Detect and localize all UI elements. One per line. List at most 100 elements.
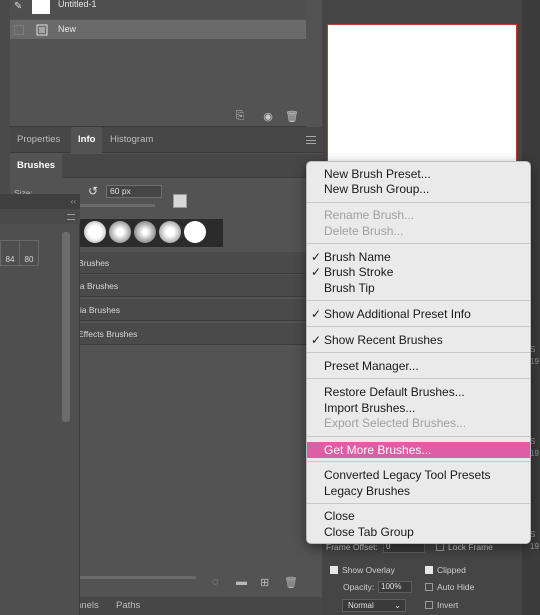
clipped-label: Clipped <box>437 565 466 575</box>
edge-text: 19 <box>530 542 539 551</box>
tab-properties[interactable]: Properties <box>10 127 67 153</box>
menu-item-show-recent-brushes[interactable]: ✓ Show Recent Brushes <box>307 332 530 348</box>
preset-cell[interactable]: 84 <box>0 240 20 266</box>
blend-mode-value: Normal <box>348 601 374 610</box>
brush-group-row[interactable]: lia Brushes <box>76 299 306 321</box>
new-document-from-state-icon[interactable]: ⎘ <box>233 110 247 122</box>
menu-item-label: Brush Tip <box>324 281 375 295</box>
menu-item-get-more-brushes[interactable]: Get More Brushes... <box>307 442 530 458</box>
menu-item-new-brush-preset[interactable]: New Brush Preset... <box>307 166 530 182</box>
menu-item-label: Export Selected Brushes... <box>324 416 467 430</box>
menu-item-label: Show Additional Preset Info <box>324 307 471 321</box>
tab-brushes[interactable]: Brushes <box>10 154 63 178</box>
brush-group-label: Brushes <box>78 258 110 268</box>
menu-separator <box>307 243 530 244</box>
collapse-icon[interactable]: ‹‹ <box>0 194 80 209</box>
brush-tip-1[interactable] <box>84 221 106 243</box>
edit-brush-icon[interactable] <box>173 194 187 208</box>
menu-item-new-brush-group[interactable]: New Brush Group... <box>307 181 530 197</box>
brushes-tab-bar: Brushes <box>10 154 322 178</box>
camera-icon[interactable]: ◉ <box>261 110 275 123</box>
invert-label: Invert <box>437 600 459 610</box>
brush-tip-4[interactable] <box>159 221 181 243</box>
menu-separator <box>307 300 530 301</box>
menu-separator <box>307 352 530 353</box>
menu-item-label: Brush Name <box>324 250 391 264</box>
new-brush-icon[interactable]: ⊞ <box>260 576 269 589</box>
menu-item-export-selected-brushes: Export Selected Brushes... <box>307 415 530 431</box>
opacity-input[interactable]: 100% <box>378 581 412 593</box>
history-checkbox[interactable] <box>14 24 24 35</box>
menu-item-label: Brush Stroke <box>324 265 394 279</box>
panel-menu-icon[interactable] <box>306 136 316 144</box>
menu-item-preset-manager[interactable]: Preset Manager... <box>307 358 530 374</box>
history-panel: ✎ Untitled-1 New ⎘ ◉ 🗑 <box>10 0 306 127</box>
menu-item-brush-name[interactable]: ✓ Brush Name <box>307 249 530 265</box>
menu-item-legacy-brushes[interactable]: Legacy Brushes <box>307 483 530 499</box>
history-item-new[interactable]: New <box>10 20 306 39</box>
document-icon <box>36 24 48 36</box>
visibility-toggle-icon[interactable]: ◌ <box>212 576 219 588</box>
menu-item-rename-brush: Rename Brush... <box>307 207 530 223</box>
menu-item-close[interactable]: Close <box>307 508 530 524</box>
presets-subheader <box>0 209 80 224</box>
panel-menu-icon[interactable] <box>67 214 75 220</box>
auto-hide-checkbox[interactable] <box>425 583 433 591</box>
menu-separator <box>307 461 530 462</box>
menu-item-import-brushes[interactable]: Import Brushes... <box>307 400 530 416</box>
menu-item-label: Import Brushes... <box>324 401 416 415</box>
brush-tip-3[interactable] <box>134 221 156 243</box>
menu-item-brush-tip[interactable]: Brush Tip <box>307 280 530 296</box>
menu-item-show-additional-preset-info[interactable]: ✓ Show Additional Preset Info <box>307 306 530 322</box>
tab-histogram[interactable]: Histogram <box>103 127 160 153</box>
tab-info[interactable]: Info <box>71 127 103 153</box>
menu-item-converted-legacy-tool-presets[interactable]: Converted Legacy Tool Presets <box>307 467 530 483</box>
lock-frame-checkbox[interactable] <box>436 543 444 551</box>
trash-icon[interactable]: 🗑 <box>285 110 299 123</box>
tab-paths[interactable]: Paths <box>116 597 140 615</box>
menu-item-restore-default-brushes[interactable]: Restore Default Brushes... <box>307 384 530 400</box>
menu-item-label: Show Recent Brushes <box>324 333 443 347</box>
checkmark-icon: ✓ <box>311 307 322 321</box>
brush-group-row[interactable]: ia Brushes <box>76 275 306 297</box>
info-tab-bar: Properties Info Histogram <box>10 127 322 153</box>
brush-group-row[interactable]: Effects Brushes <box>76 323 306 345</box>
trash-icon[interactable]: 🗑 <box>284 576 298 589</box>
menu-item-brush-stroke[interactable]: ✓ Brush Stroke <box>307 264 530 280</box>
menu-separator <box>307 436 530 437</box>
chevron-down-icon: ⌄ <box>394 601 401 610</box>
preset-cell[interactable]: 80 <box>19 240 39 266</box>
brush-group-row[interactable]: Brushes <box>76 252 306 274</box>
menu-separator <box>307 326 530 327</box>
menu-item-label: Legacy Brushes <box>324 484 411 498</box>
preview-size-slider[interactable] <box>76 576 196 579</box>
auto-hide-label: Auto Hide <box>437 582 475 592</box>
menu-item-label: Restore Default Brushes... <box>324 385 465 399</box>
checkmark-icon: ✓ <box>311 250 322 264</box>
menu-item-label: Close <box>324 509 355 523</box>
folder-icon[interactable]: ▬ <box>236 576 247 588</box>
show-overlay-label: Show Overlay <box>342 565 395 575</box>
reset-size-icon[interactable]: ↺ <box>88 184 98 198</box>
show-overlay-checkbox[interactable] <box>330 566 338 574</box>
history-item-snapshot[interactable]: ✎ Untitled-1 <box>10 0 306 19</box>
history-item-label: New <box>58 24 77 34</box>
menu-item-label: Delete Brush... <box>324 224 404 238</box>
menu-item-label: Close Tab Group <box>324 525 414 539</box>
size-input[interactable]: 60 px <box>106 185 162 198</box>
invert-checkbox[interactable] <box>425 601 433 609</box>
edge-text: 19 <box>530 357 539 366</box>
brush-group-label: ia Brushes <box>78 281 119 291</box>
menu-item-close-tab-group[interactable]: Close Tab Group <box>307 524 530 540</box>
clipped-checkbox[interactable] <box>425 566 433 574</box>
brush-tip-2[interactable] <box>109 221 131 243</box>
blend-mode-select[interactable]: Normal ⌄ <box>342 599 406 612</box>
checkmark-icon: ✓ <box>311 265 322 279</box>
menu-separator <box>307 378 530 379</box>
brush-tip-5[interactable] <box>184 221 206 243</box>
scrollbar[interactable] <box>62 232 70 422</box>
menu-item-label: Preset Manager... <box>324 359 419 373</box>
brush-group-label: Effects Brushes <box>78 329 138 339</box>
checkmark-icon: ✓ <box>311 333 322 347</box>
menu-item-label: New Brush Preset... <box>324 167 431 181</box>
